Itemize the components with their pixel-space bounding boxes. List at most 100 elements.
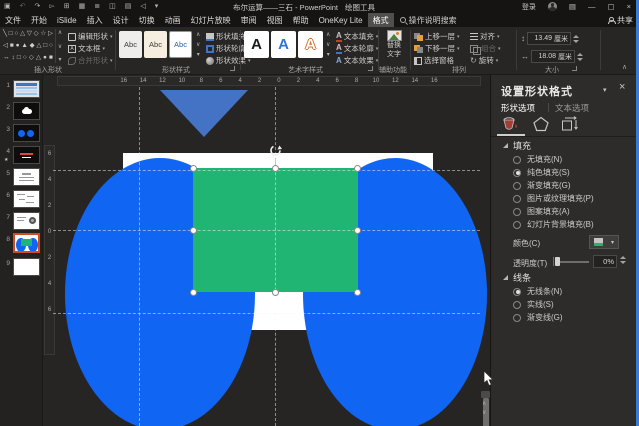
- shape-style-preset-1[interactable]: Abc: [119, 31, 142, 58]
- close-button[interactable]: ×: [627, 2, 631, 11]
- text-fill-button[interactable]: A 文本填充▾: [336, 31, 378, 42]
- fill-color-picker[interactable]: ▾: [589, 235, 619, 249]
- tab-text-options[interactable]: 文本选项: [555, 102, 589, 114]
- group-button[interactable]: 组合▾: [470, 43, 501, 54]
- shape-glyph[interactable]: □: [43, 41, 47, 51]
- undo-icon[interactable]: ↶: [20, 0, 26, 13]
- radio-gradient-fill[interactable]: 渐变填充(G): [513, 180, 571, 191]
- pane-menu-icon[interactable]: ▾: [603, 86, 607, 94]
- horizontal-guide-bottom[interactable]: [53, 313, 480, 314]
- radio-no-fill[interactable]: 无填充(N): [513, 154, 562, 165]
- edit-shape-button[interactable]: 编辑形状▾: [68, 31, 113, 42]
- line-section-header[interactable]: 线条: [503, 271, 531, 284]
- transparency-spinner[interactable]: [620, 256, 626, 264]
- radio-gradient-line[interactable]: 渐变线(G): [513, 312, 563, 323]
- selection-handle-e[interactable]: [354, 227, 361, 234]
- shape-glyph[interactable]: □: [17, 53, 21, 63]
- shape-glyph[interactable]: ◁: [3, 41, 8, 51]
- shape-glyph[interactable]: ●: [43, 53, 47, 63]
- shape-glyph[interactable]: ○: [23, 53, 27, 63]
- slide-thumbnail-1[interactable]: [13, 80, 40, 98]
- radio-picture-texture-fill[interactable]: 图片或纹理填充(P): [513, 193, 594, 204]
- next-slide-button[interactable]: ∨: [482, 409, 486, 416]
- tab-design[interactable]: 设计: [108, 13, 134, 28]
- shape-glyph[interactable]: ↕: [12, 53, 15, 63]
- shape-glyph[interactable]: ■: [49, 53, 53, 63]
- fill-and-line-icon[interactable]: [501, 116, 519, 132]
- selection-handle-se[interactable]: [354, 289, 361, 296]
- new-slide-icon[interactable]: ⊞: [64, 0, 70, 13]
- horizontal-guide-middle[interactable]: [53, 230, 480, 231]
- tab-home[interactable]: 开始: [26, 13, 52, 28]
- shape-glyph[interactable]: ▽: [27, 29, 32, 39]
- sign-in-label[interactable]: 登录: [522, 2, 536, 12]
- size-dialog-launcher[interactable]: [572, 66, 577, 71]
- customize-qat-icon[interactable]: ▾: [155, 0, 159, 13]
- slide-thumbnail-9[interactable]: [13, 258, 40, 276]
- shape-glyph[interactable]: ▷: [48, 29, 53, 39]
- tab-animations[interactable]: 动画: [160, 13, 186, 28]
- shape-styles-dialog-launcher[interactable]: [230, 66, 235, 71]
- sound-icon[interactable]: ◁: [140, 0, 145, 13]
- tab-transitions[interactable]: 切换: [134, 13, 160, 28]
- collapse-ribbon-icon[interactable]: ∧: [622, 63, 627, 71]
- selection-handle-sw[interactable]: [190, 289, 197, 296]
- shape-gallery-scrollbar[interactable]: ∧∨▾: [55, 29, 64, 63]
- send-backward-button[interactable]: 下移一层▾: [414, 43, 460, 54]
- height-spinner[interactable]: [573, 35, 579, 43]
- shape-glyph[interactable]: ▲: [21, 41, 27, 51]
- tab-insert[interactable]: 插入: [82, 13, 108, 28]
- layout-icon[interactable]: ◫: [109, 0, 116, 13]
- shape-glyph[interactable]: □: [9, 29, 13, 39]
- shape-glyph[interactable]: ■: [10, 41, 14, 51]
- radio-no-line[interactable]: 无线条(N): [513, 286, 562, 297]
- selection-handle-nw[interactable]: [190, 165, 197, 172]
- slide-canvas[interactable]: 1614121086420246810121416 6420246 ∧ ∨: [43, 75, 490, 426]
- vertical-guide-left[interactable]: [139, 87, 140, 426]
- tab-view[interactable]: 视图: [262, 13, 288, 28]
- bullets-icon[interactable]: ≣: [94, 0, 100, 13]
- transparency-slider-thumb[interactable]: [555, 257, 560, 266]
- text-box-button[interactable]: A 文本框▾: [68, 43, 105, 54]
- ribbon-display-options-button[interactable]: ▤: [569, 2, 576, 11]
- selection-handle-n[interactable]: [272, 165, 279, 172]
- tab-islide[interactable]: iSlide: [52, 14, 82, 27]
- tab-onekey-lite[interactable]: OneKey Lite: [314, 14, 368, 27]
- merge-shapes-button[interactable]: 合并形状▾: [68, 55, 113, 66]
- insert-table-icon[interactable]: ▦: [79, 0, 86, 13]
- rotate-handle[interactable]: [269, 144, 282, 157]
- slide-thumbnail-8-selected[interactable]: [13, 233, 40, 253]
- redo-icon[interactable]: ↷: [35, 0, 41, 13]
- height-input[interactable]: 13.49 厘米: [527, 32, 571, 45]
- blue-triangle-shape[interactable]: [160, 90, 248, 137]
- transparency-slider[interactable]: [555, 261, 589, 263]
- radio-slide-background-fill[interactable]: 幻灯片背景填充(B): [513, 219, 594, 230]
- shape-glyph[interactable]: △: [20, 29, 25, 39]
- wordart-preset-3[interactable]: A: [298, 31, 323, 58]
- previous-slide-button[interactable]: ∧: [482, 400, 486, 407]
- slide-thumbnail-7[interactable]: [13, 212, 40, 230]
- width-input[interactable]: 18.08 厘米: [531, 50, 575, 63]
- size-properties-icon[interactable]: [561, 116, 578, 132]
- rotate-button[interactable]: ↻ 旋转▾: [470, 55, 498, 66]
- selection-handle-s[interactable]: [272, 289, 279, 296]
- shape-glyph[interactable]: ╲: [3, 29, 7, 39]
- text-outline-button[interactable]: A 文本轮廓▾: [336, 43, 378, 54]
- shape-glyph[interactable]: △: [36, 53, 41, 63]
- slideshow-from-start-icon[interactable]: ▻: [49, 0, 54, 13]
- tell-me-search[interactable]: 操作说明搜索: [400, 15, 457, 26]
- share-button[interactable]: 共享: [607, 15, 633, 26]
- selection-handle-w[interactable]: [190, 227, 197, 234]
- shape-glyph[interactable]: ☆: [40, 29, 46, 39]
- tab-shape-options[interactable]: 形状选项: [501, 102, 535, 114]
- shape-style-preset-3[interactable]: Abc: [169, 31, 192, 58]
- print-icon[interactable]: ▤: [125, 0, 132, 13]
- slide-thumbnail-4[interactable]: [13, 146, 40, 164]
- text-effects-button[interactable]: A 文本效果▾: [336, 55, 378, 66]
- pane-close-icon[interactable]: ×: [619, 81, 625, 93]
- shape-gallery[interactable]: ╲□○△▽◇☆▷ ◁■●▲◆△□○ ↔↕□○◇△●■: [3, 29, 53, 63]
- slide-thumbnail-3[interactable]: [13, 124, 40, 142]
- shape-glyph[interactable]: ○: [49, 41, 53, 51]
- shape-glyph[interactable]: △: [36, 41, 41, 51]
- shape-glyph[interactable]: ○: [14, 29, 18, 39]
